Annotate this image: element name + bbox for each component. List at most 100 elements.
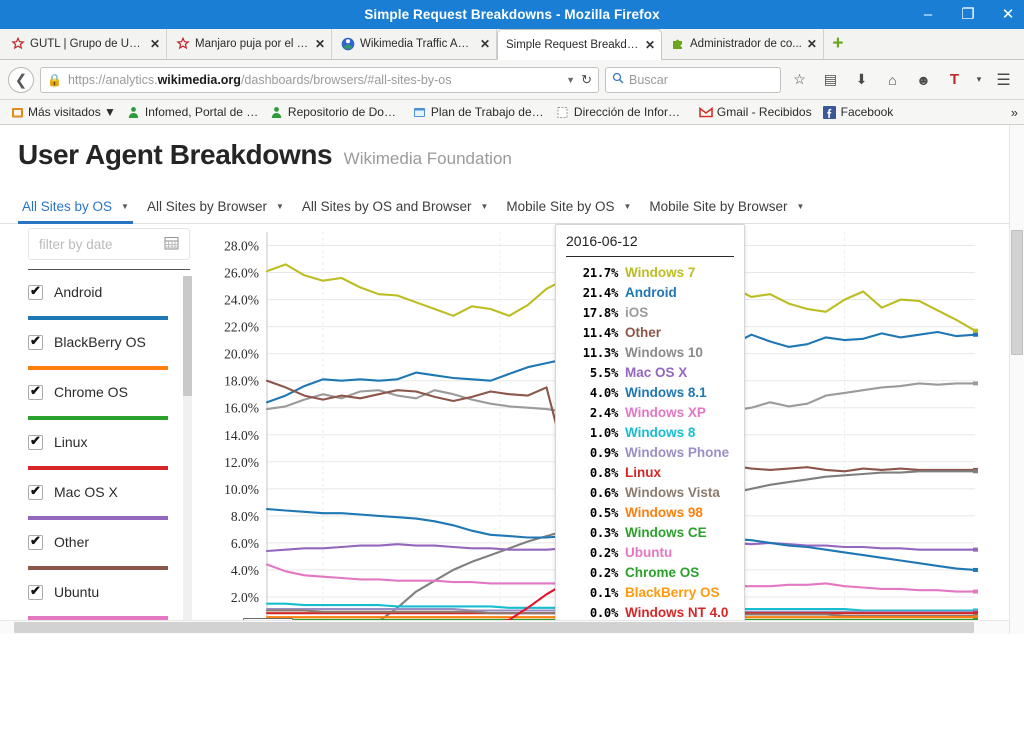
legend-item-linux[interactable]: Linux: [28, 420, 190, 470]
page-vertical-scrollbar-thumb[interactable]: [1011, 230, 1023, 355]
legend-row[interactable]: BlackBerry OS: [28, 333, 190, 350]
bookmark-infomed[interactable]: Infomed, Portal de la...: [123, 103, 263, 121]
tooltip-value: 4.0%: [589, 386, 618, 400]
tab-close-icon[interactable]: ✕: [315, 37, 325, 51]
bookmark-facebook[interactable]: Facebook: [819, 103, 898, 121]
reload-icon[interactable]: ↻: [581, 72, 592, 88]
chevron-down-icon[interactable]: ▼: [623, 202, 631, 211]
legend-item-blackberry-os[interactable]: BlackBerry OS: [28, 320, 190, 370]
chevron-down-icon[interactable]: ▼: [276, 202, 284, 211]
tab-close-icon[interactable]: ✕: [807, 37, 817, 51]
browser-tab-0[interactable]: GUTL | Grupo de Usu... ✕: [2, 29, 167, 59]
legend-item-other[interactable]: Other: [28, 520, 190, 570]
tab-close-icon[interactable]: ✕: [645, 38, 655, 52]
tooltip-series-name: Windows 98: [625, 505, 703, 520]
bookmarks-overflow-icon[interactable]: »: [1011, 105, 1018, 120]
hamburger-menu-icon[interactable]: ☰: [991, 67, 1016, 93]
chevron-down-icon[interactable]: ▼: [121, 202, 129, 211]
sidebar-scrollbar-thumb[interactable]: [183, 276, 192, 396]
bookmark-plan-trabajo[interactable]: Plan de Trabajo del C...: [409, 103, 549, 121]
legend-row[interactable]: Android: [28, 283, 190, 300]
y-axis-tick-label: 14.0%: [224, 428, 259, 443]
chevron-down-icon[interactable]: ▼: [566, 75, 575, 85]
tooltip-value: 21.4%: [582, 286, 619, 300]
bookmark-gmail[interactable]: Gmail - Recibidos: [695, 103, 816, 121]
y-axis-tick-label: 24.0%: [224, 293, 259, 308]
legend-checkbox[interactable]: [28, 583, 43, 600]
tab-all-sites-by-os[interactable]: All Sites by OS ▼: [18, 199, 143, 224]
legend-row[interactable]: Mac OS X: [28, 483, 190, 500]
page-title: User Agent Breakdowns: [18, 139, 333, 170]
tab-close-icon[interactable]: ✕: [480, 37, 490, 51]
sync-smiley-icon[interactable]: ☻: [911, 67, 936, 93]
legend-label: Mac OS X: [54, 484, 118, 500]
calendar-icon[interactable]: [164, 235, 179, 253]
y-axis-tick-label: 12.0%: [224, 455, 259, 470]
tab-all-sites-by-browser[interactable]: All Sites by Browser ▼: [143, 199, 298, 223]
legend-item-mac-os-x[interactable]: Mac OS X: [28, 470, 190, 520]
legend-checkbox[interactable]: [28, 283, 43, 300]
y-axis-tick-label: 28.0%: [224, 239, 259, 254]
new-tab-button[interactable]: +: [824, 29, 852, 59]
date-filter-input[interactable]: filter by date: [28, 228, 190, 260]
tooltip-series-name: Other: [625, 325, 662, 340]
legend-item-chrome-os[interactable]: Chrome OS: [28, 370, 190, 420]
browser-tab-4[interactable]: Administrador de co... ✕: [662, 29, 824, 59]
browser-tab-3-active[interactable]: Simple Request Breakdow... ✕: [497, 29, 662, 60]
tab-mobile-site-by-browser[interactable]: Mobile Site by Browser ▼: [645, 199, 818, 223]
bookmark-repositorio[interactable]: Repositorio de Docu...: [266, 103, 406, 121]
tab-all-sites-by-os-and-browser[interactable]: All Sites by OS and Browser ▼: [298, 199, 503, 223]
browser-tab-title: GUTL | Grupo de Usu...: [30, 38, 145, 50]
legend-item-ubuntu[interactable]: Ubuntu: [28, 570, 190, 620]
reader-list-icon[interactable]: ▤: [818, 67, 843, 93]
legend-label: Ubuntu: [54, 584, 100, 600]
downloads-icon[interactable]: ⬇: [849, 67, 874, 93]
bookmark-direccion-informatica[interactable]: Dirección de Informá...: [552, 103, 692, 121]
search-bar[interactable]: Buscar: [605, 66, 781, 93]
legend-checkbox[interactable]: [28, 433, 43, 450]
search-icon: [612, 72, 624, 87]
page-vertical-scrollbar[interactable]: [1009, 125, 1024, 634]
page-horizontal-scrollbar-thumb[interactable]: [14, 622, 974, 633]
tab-mobile-site-by-os[interactable]: Mobile Site by OS ▼: [502, 199, 645, 223]
bookmark-star-icon[interactable]: ☆: [787, 67, 812, 93]
home-icon[interactable]: ⌂: [880, 67, 905, 93]
tab-close-icon[interactable]: ✕: [150, 37, 160, 51]
close-button[interactable]: ✕: [998, 7, 1018, 22]
sidebar-scrollbar-track[interactable]: [183, 276, 192, 634]
legend-item-android[interactable]: Android: [28, 270, 190, 320]
blue-window-icon: [413, 105, 427, 119]
maximize-button[interactable]: ❐: [958, 7, 978, 22]
toolbar-overflow-caret-icon[interactable]: ▾: [973, 67, 985, 93]
tooltip-row: 0.9% Windows Phone: [566, 443, 734, 463]
tooltip-series-name: Windows 8.1: [625, 385, 707, 400]
chart-area[interactable]: 28.0% 26.0% 24.0% 22.0% 20.0% 18.0% 16.0% 14.0%…: [200, 224, 1024, 634]
legend-row[interactable]: Other: [28, 533, 190, 550]
back-button[interactable]: ❮: [8, 66, 34, 93]
y-axis-tick-label: 8.0%: [231, 509, 259, 524]
tooltip-row: 0.2% Chrome OS: [566, 563, 734, 583]
legend-row[interactable]: Chrome OS: [28, 383, 190, 400]
legend-checkbox[interactable]: [28, 533, 43, 550]
folder-orange-icon: [10, 105, 24, 119]
legend-checkbox[interactable]: [28, 333, 43, 350]
tooltip-date: 2016-06-12: [566, 233, 734, 257]
tooltip-series-name: Windows XP: [625, 405, 706, 420]
wikimedia-globe-icon: [340, 37, 355, 52]
legend-label: Linux: [54, 434, 88, 450]
legend-row[interactable]: Linux: [28, 433, 190, 450]
legend-checkbox[interactable]: [28, 483, 43, 500]
url-bar[interactable]: 🔒 https://analytics.wikimedia.org/dashbo…: [40, 66, 599, 93]
chevron-down-icon[interactable]: ▼: [481, 202, 489, 211]
tooltip-row: 21.4% Android: [566, 283, 734, 303]
tooltip-row: 11.4% Other: [566, 323, 734, 343]
legend-row[interactable]: Ubuntu: [28, 583, 190, 600]
browser-tab-1[interactable]: Manjaro puja por el 3 ... ✕: [167, 29, 332, 59]
bookmark-most-visited[interactable]: Más visitados ▼: [6, 103, 120, 121]
page-horizontal-scrollbar[interactable]: [0, 620, 1009, 634]
text-tool-icon[interactable]: T: [942, 67, 967, 93]
legend-checkbox[interactable]: [28, 383, 43, 400]
chevron-down-icon[interactable]: ▼: [796, 202, 804, 211]
minimize-button[interactable]: –: [918, 7, 938, 22]
browser-tab-2[interactable]: Wikimedia Traffic Ana... ✕: [332, 29, 497, 59]
